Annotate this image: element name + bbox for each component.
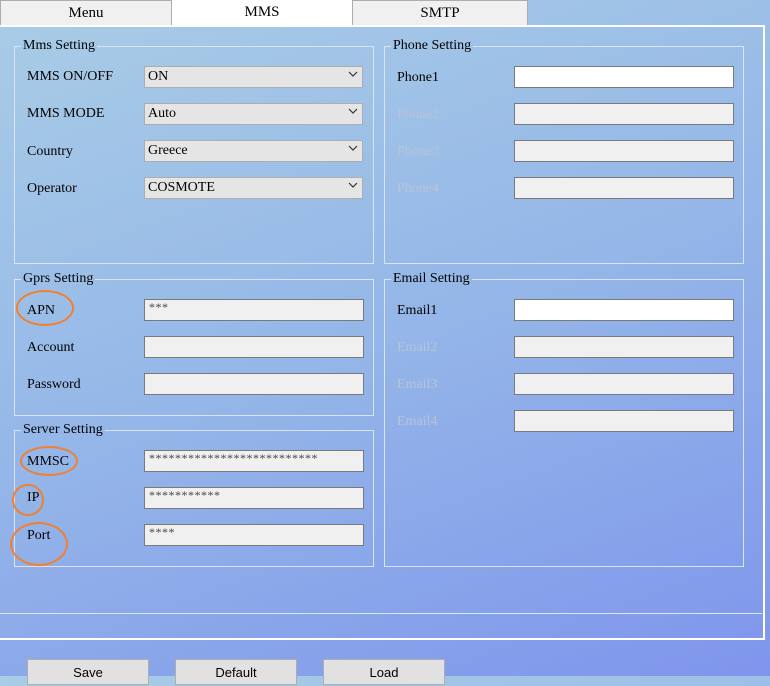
password-input[interactable] [144,373,364,395]
country-select[interactable]: Greece [144,140,363,162]
phone2-input[interactable] [514,103,734,125]
tab-menu[interactable]: Menu [0,0,172,25]
email1-label: Email1 [397,303,438,318]
mmsc-label: MMSC [27,454,70,469]
ip-label: IP [27,490,40,505]
operator-select[interactable]: COSMOTE [144,177,363,199]
chevron-down-icon [348,145,358,151]
password-label: Password [27,377,81,392]
ip-input[interactable]: *********** [144,487,364,509]
port-label: Port [27,528,51,543]
mms-mode-label: MMS MODE [27,106,105,121]
mms-setting-title: Mms Setting [23,38,95,53]
operator-label: Operator [27,181,77,196]
email1-input[interactable] [514,299,734,321]
save-button[interactable]: Save [27,659,149,685]
email-setting-title: Email Setting [393,271,470,286]
tab-smtp[interactable]: SMTP [352,0,528,25]
apn-input[interactable]: *** [144,299,364,321]
chevron-down-icon [348,108,358,114]
panel-divider [0,613,762,614]
load-button[interactable]: Load [323,659,445,685]
mms-mode-select[interactable]: Auto [144,103,363,125]
port-input[interactable]: **** [144,524,364,546]
email4-label: Email4 [397,414,438,429]
gprs-setting-title: Gprs Setting [23,271,94,286]
account-input[interactable] [144,336,364,358]
phone3-label: Phone3 [397,144,439,159]
mmsc-input[interactable]: ************************** [144,450,364,472]
account-label: Account [27,340,75,355]
phone1-input[interactable] [514,66,734,88]
chevron-down-icon [348,182,358,188]
default-button[interactable]: Default [175,659,297,685]
apn-label: APN [27,303,56,318]
mms-mode-value: Auto [148,106,176,121]
email4-input[interactable] [514,410,734,432]
phone4-label: Phone4 [397,181,439,196]
mms-onoff-select[interactable]: ON [144,66,363,88]
email2-input[interactable] [514,336,734,358]
country-label: Country [27,144,73,159]
phone-setting-title: Phone Setting [393,38,472,53]
chevron-down-icon [348,71,358,77]
phone2-label: Phone2 [397,107,439,122]
tab-mms[interactable]: MMS [172,0,352,27]
phone4-input[interactable] [514,177,734,199]
email3-label: Email3 [397,377,438,392]
country-value: Greece [148,143,188,158]
email3-input[interactable] [514,373,734,395]
mms-onoff-value: ON [148,69,169,84]
email2-label: Email2 [397,340,438,355]
server-setting-title: Server Setting [23,422,103,437]
phone3-input[interactable] [514,140,734,162]
phone1-label: Phone1 [397,70,439,85]
operator-value: COSMOTE [148,180,215,195]
mms-onoff-label: MMS ON/OFF [27,69,113,84]
